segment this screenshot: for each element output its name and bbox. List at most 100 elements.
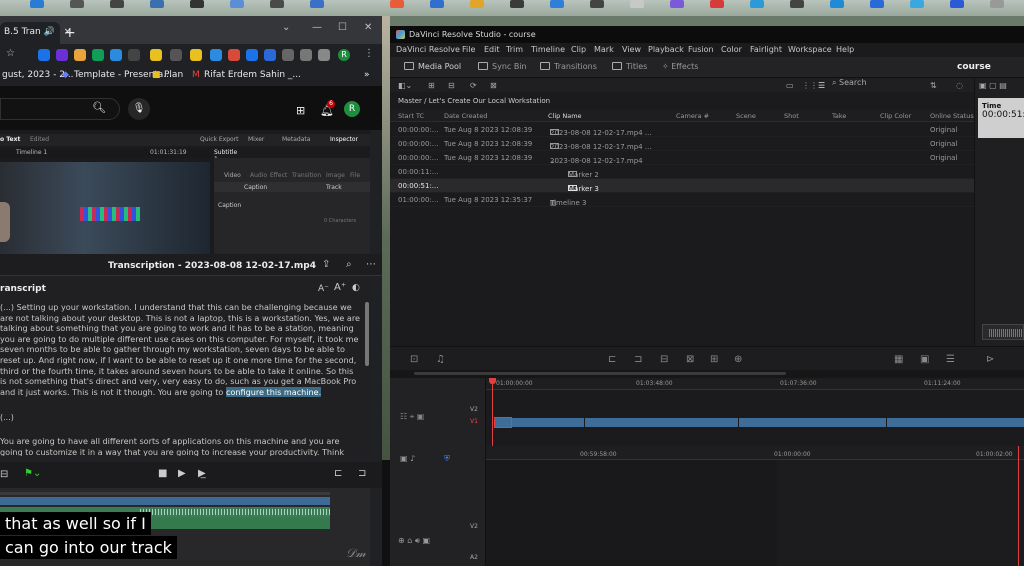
search-input[interactable]: ⌕ Search bbox=[832, 78, 867, 88]
extension-icon[interactable] bbox=[110, 49, 122, 61]
column-header[interactable]: Scene bbox=[736, 112, 756, 120]
profile-avatar[interactable]: R bbox=[338, 49, 350, 61]
column-header[interactable]: Online Status bbox=[930, 112, 974, 120]
audio-meter-icon[interactable]: ☰ bbox=[946, 354, 955, 365]
app-icon[interactable] bbox=[590, 0, 604, 8]
bookmark-item[interactable]: Plan bbox=[164, 70, 183, 80]
app-icon[interactable] bbox=[710, 0, 724, 8]
shield-icon[interactable]: ⛨ bbox=[444, 454, 450, 464]
transitions-button[interactable]: Transitions bbox=[540, 62, 597, 71]
effects-button[interactable]: ✧ Effects bbox=[662, 62, 698, 71]
scrollbar-thumb[interactable] bbox=[414, 372, 786, 375]
playhead[interactable] bbox=[489, 378, 496, 452]
extension-icon[interactable] bbox=[56, 49, 68, 61]
app-icon[interactable] bbox=[270, 0, 284, 8]
menu-item[interactable]: Trim bbox=[506, 45, 523, 54]
font-increase-button[interactable]: A⁺ bbox=[334, 282, 346, 293]
sync-icon[interactable]: ⟳ bbox=[470, 81, 477, 90]
contrast-icon[interactable]: ◐ bbox=[352, 283, 360, 293]
timeline-region[interactable] bbox=[778, 460, 1024, 566]
new-bin-icon[interactable]: ⊞ bbox=[428, 81, 435, 90]
extension-icon[interactable] bbox=[38, 49, 50, 61]
taskview-icon[interactable] bbox=[110, 0, 124, 8]
stop-icon[interactable]: ■ bbox=[158, 468, 167, 479]
breadcrumb[interactable]: Master / Let's Create Our Local Workstat… bbox=[390, 94, 974, 108]
menu-item[interactable]: File bbox=[462, 45, 475, 54]
app-icon[interactable] bbox=[630, 0, 644, 8]
extension-icon[interactable] bbox=[190, 49, 202, 61]
grid-view-icon[interactable]: ⋮⋮ bbox=[802, 81, 818, 90]
menu-item[interactable]: Playback bbox=[648, 45, 684, 54]
menu-item[interactable]: Help bbox=[836, 45, 854, 54]
track-height-icon[interactable]: ♫ bbox=[436, 354, 445, 365]
extension-icon[interactable] bbox=[228, 49, 240, 61]
append-icon[interactable]: ⊐ bbox=[634, 354, 642, 365]
search-icon[interactable]: ⌕ bbox=[346, 259, 352, 270]
column-header[interactable]: Date Created bbox=[444, 112, 487, 120]
app-icon[interactable] bbox=[150, 0, 164, 8]
app-icon[interactable] bbox=[230, 0, 244, 8]
overwrite-icon[interactable]: ⊐ bbox=[358, 468, 366, 479]
extension-icon[interactable] bbox=[210, 49, 222, 61]
extension-icon[interactable] bbox=[170, 49, 182, 61]
subtitle-track[interactable] bbox=[0, 497, 330, 505]
app-icon[interactable] bbox=[390, 0, 404, 8]
bookmark-star-icon[interactable]: ☆ bbox=[6, 48, 15, 59]
app-icon[interactable] bbox=[910, 0, 924, 8]
insert-icon[interactable]: ⊏ bbox=[334, 468, 342, 479]
tab-search-icon[interactable]: ⌄ bbox=[282, 22, 290, 33]
menu-item[interactable]: Timeline bbox=[531, 45, 565, 54]
transcript-highlight[interactable]: configure this machine. bbox=[225, 386, 322, 397]
timecode-ruler[interactable]: 01:00:00:00 01:03:48:00 01:07:36:00 01:1… bbox=[486, 378, 1024, 390]
remove-icon[interactable]: ⊠ bbox=[490, 81, 497, 90]
menu-item[interactable]: Mark bbox=[594, 45, 614, 54]
video-player[interactable]: o Text Edited Quick Export Mixer Metadat… bbox=[0, 130, 370, 254]
menu-item[interactable]: Fairlight bbox=[750, 45, 782, 54]
menu-item[interactable]: Clip bbox=[571, 45, 586, 54]
ripple-overwrite-icon[interactable]: ⊟ bbox=[660, 354, 668, 365]
refresh-icon[interactable]: ◌ bbox=[956, 81, 963, 90]
transcript-paragraph[interactable]: (...) Setting up your workstation. I und… bbox=[0, 302, 362, 397]
create-icon[interactable]: ⊞ bbox=[296, 104, 305, 117]
play-to-end-icon[interactable]: ▶̲ bbox=[198, 468, 206, 479]
sidebar-toggle-icon[interactable]: ◧⌄ bbox=[398, 81, 412, 90]
media-icon[interactable] bbox=[300, 49, 312, 61]
new-tab-button[interactable]: + bbox=[64, 25, 76, 41]
minimize-button[interactable]: — bbox=[312, 22, 322, 33]
table-row[interactable]: 00:00:00:... Tue Aug 8 2023 12:08:39 202… bbox=[390, 137, 974, 151]
sync-bin-button[interactable]: Sync Bin bbox=[478, 62, 527, 71]
close-button[interactable]: ✕ bbox=[364, 22, 372, 33]
app-icon[interactable] bbox=[470, 0, 484, 8]
menu-item[interactable]: DaVinci Resolve bbox=[396, 45, 460, 54]
maximize-button[interactable]: ☐ bbox=[338, 22, 347, 33]
track-controls-icon[interactable]: ☷ ⌖ ▣ bbox=[400, 412, 424, 422]
app-icon[interactable] bbox=[870, 0, 884, 8]
menu-item[interactable]: Workspace bbox=[788, 45, 832, 54]
transcript-paragraph[interactable]: You are going to have all different sort… bbox=[0, 436, 362, 456]
audio-controls-icon[interactable]: ⊕ ⌂ 🔊︎ ▣ bbox=[398, 536, 430, 546]
timeline-view-icon[interactable]: ⊡ bbox=[410, 354, 418, 365]
smart-insert-icon[interactable]: ⊏ bbox=[608, 354, 616, 365]
column-header[interactable]: Clip Color bbox=[880, 112, 911, 120]
app-icon[interactable] bbox=[550, 0, 564, 8]
timeline-region[interactable] bbox=[486, 460, 776, 566]
table-row[interactable]: 00:00:11:... Marker 2 bbox=[390, 165, 974, 179]
menu-item[interactable]: Fusion bbox=[688, 45, 714, 54]
playhead[interactable] bbox=[1018, 446, 1019, 566]
video-clip[interactable] bbox=[494, 418, 1024, 427]
table-row[interactable]: 00:00:51:... Marker 3 bbox=[390, 179, 974, 193]
sidepanel-icon[interactable] bbox=[318, 49, 330, 61]
track-view-icon[interactable]: ▣ ♪ bbox=[400, 454, 415, 463]
app-icon[interactable] bbox=[190, 0, 204, 8]
smart-bin-icon[interactable]: ⊟ bbox=[448, 81, 455, 90]
menu-item[interactable]: Edit bbox=[484, 45, 500, 54]
table-row[interactable]: 00:00:00:... Tue Aug 8 2023 12:08:39 ⌄ 2… bbox=[390, 151, 974, 165]
close-up-icon[interactable]: ⊠ bbox=[686, 354, 694, 365]
search-icon[interactable] bbox=[70, 0, 84, 8]
column-header[interactable]: Take bbox=[832, 112, 846, 120]
app-icon[interactable] bbox=[310, 0, 324, 8]
font-decrease-button[interactable]: A⁻ bbox=[318, 284, 329, 294]
timecode-ruler[interactable]: 00:59:58:00 01:00:00:00 01:00:02:00 bbox=[486, 446, 1024, 460]
source-overwrite-icon[interactable]: ⊕ bbox=[734, 354, 742, 365]
app-icon[interactable] bbox=[510, 0, 524, 8]
